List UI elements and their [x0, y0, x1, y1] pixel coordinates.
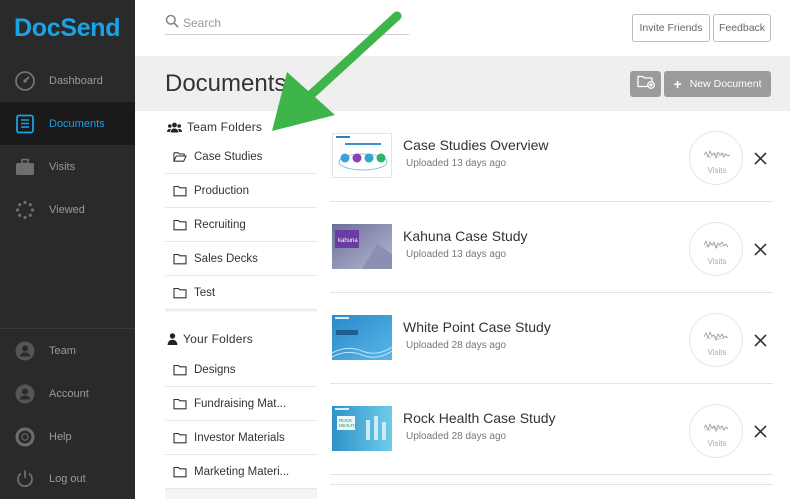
folder-open-icon [173, 151, 187, 163]
document-thumbnail[interactable]: kahuna [332, 224, 392, 269]
power-icon [14, 468, 36, 490]
visits-sparkline-button[interactable]: Visits [689, 404, 743, 458]
team-icon [14, 340, 36, 362]
briefcase-icon [14, 156, 36, 178]
visits-label: Visits [707, 439, 727, 448]
document-thumbnail[interactable] [332, 315, 392, 360]
team-folders-icon [167, 122, 182, 133]
folder-icon [173, 253, 187, 265]
document-upload-time: Uploaded 28 days ago [406, 431, 507, 442]
your-folders-heading: Your Folders [167, 332, 253, 346]
folder-sales-decks[interactable]: Sales Decks [165, 242, 317, 276]
close-icon [753, 424, 767, 438]
new-document-button[interactable]: + New Document [664, 71, 771, 97]
documents-icon [14, 113, 36, 135]
visits-sparkline-button[interactable]: Visits [689, 222, 743, 276]
svg-text:HEALTH: HEALTH [339, 423, 356, 428]
close-icon [753, 151, 767, 165]
document-row-partial [330, 484, 773, 499]
svg-text:kahuna: kahuna [338, 238, 358, 244]
document-upload-time: Uploaded 13 days ago [406, 249, 507, 260]
remove-document-button[interactable] [751, 331, 769, 349]
document-title[interactable]: White Point Case Study [403, 319, 551, 335]
remove-document-button[interactable] [751, 240, 769, 258]
sidebar-item-label: Dashboard [49, 74, 103, 87]
new-folder-button[interactable] [630, 71, 661, 97]
help-icon [14, 426, 36, 448]
folder-recruiting[interactable]: Recruiting [165, 208, 317, 242]
sidebar-item-logout[interactable]: Log out [0, 457, 135, 499]
dashboard-icon [14, 70, 36, 92]
folder-icon [173, 466, 187, 478]
sidebar-item-help[interactable]: Help [0, 415, 135, 458]
visits-sparkline-icon [703, 331, 729, 342]
visits-label: Visits [707, 348, 727, 357]
folder-icon [173, 364, 187, 376]
folder-investor-materials[interactable]: Investor Materials [165, 421, 317, 455]
top-bar: Invite Friends Feedback [135, 0, 790, 56]
sidebar-item-dashboard[interactable]: Dashboard [0, 59, 135, 102]
sidebar-item-label: Log out [49, 472, 86, 485]
folder-icon [173, 287, 187, 299]
sidebar-item-account[interactable]: Account [0, 372, 135, 415]
visits-sparkline-button[interactable]: Visits [689, 313, 743, 367]
docsend-logo[interactable]: DocSend [14, 14, 121, 43]
document-row[interactable]: White Point Case Study Uploaded 28 days … [330, 293, 773, 384]
folder-test[interactable]: Test [165, 276, 317, 310]
document-row[interactable]: ROCK HEALTH Rock Health Case Study Uploa… [330, 384, 773, 475]
sidebar-item-label: Team [49, 344, 76, 357]
visits-label: Visits [707, 166, 727, 175]
visits-sparkline-button[interactable]: Visits [689, 131, 743, 185]
document-row[interactable]: kahuna Kahuna Case Study Uploaded 13 day… [330, 202, 773, 293]
viewed-icon [14, 199, 36, 221]
folder-icon [173, 432, 187, 444]
document-thumbnail[interactable] [332, 133, 392, 178]
plus-icon: + [673, 76, 682, 92]
folder-case-studies[interactable]: Case Studies [165, 140, 317, 174]
folder-marketing[interactable]: Marketing Materi... [165, 455, 317, 489]
visits-sparkline-icon [703, 423, 729, 433]
close-icon [753, 333, 767, 347]
team-folders-heading: Team Folders [167, 120, 262, 134]
sidebar-item-label: Visits [49, 160, 76, 173]
folder-icon [173, 219, 187, 231]
folder-icon [173, 398, 187, 410]
search-bar [165, 12, 409, 35]
remove-document-button[interactable] [751, 149, 769, 167]
feedback-button[interactable]: Feedback [713, 14, 771, 42]
sidebar-item-visits[interactable]: Visits [0, 145, 135, 188]
sidebar-item-viewed[interactable]: Viewed [0, 188, 135, 231]
visits-label: Visits [707, 257, 727, 266]
document-title[interactable]: Case Studies Overview [403, 137, 549, 153]
sidebar-item-label: Help [49, 430, 72, 443]
invite-friends-button[interactable]: Invite Friends [632, 14, 710, 42]
folder-icon [173, 185, 187, 197]
remove-document-button[interactable] [751, 422, 769, 440]
search-input[interactable] [183, 16, 393, 30]
folder-designs[interactable]: Designs [165, 353, 317, 387]
sidebar-item-team[interactable]: Team [0, 329, 135, 372]
document-title[interactable]: Kahuna Case Study [403, 228, 528, 244]
folder-add-icon [636, 74, 655, 94]
document-title[interactable]: Rock Health Case Study [403, 410, 556, 426]
close-icon [753, 242, 767, 256]
sidebar-item-label: Account [49, 387, 89, 400]
sidebar-item-label: Documents [49, 117, 105, 130]
new-document-label: New Document [689, 78, 762, 90]
document-row[interactable]: Case Studies Overview Uploaded 13 days a… [330, 111, 773, 202]
account-icon [14, 383, 36, 405]
sidebar: DocSend Dashboard Documents Visits Viewe… [0, 0, 135, 499]
document-thumbnail[interactable]: ROCK HEALTH [332, 406, 392, 451]
user-icon [167, 333, 178, 345]
search-icon [165, 14, 179, 33]
document-upload-time: Uploaded 28 days ago [406, 340, 507, 351]
sidebar-item-label: Viewed [49, 203, 85, 216]
folder-fundraising[interactable]: Fundraising Mat... [165, 387, 317, 421]
document-upload-time: Uploaded 13 days ago [406, 158, 507, 169]
folder-production[interactable]: Production [165, 174, 317, 208]
visits-sparkline-icon [703, 150, 731, 160]
page-title: Documents [165, 70, 287, 97]
visits-sparkline-icon [703, 240, 729, 250]
sidebar-item-documents[interactable]: Documents [0, 102, 135, 145]
